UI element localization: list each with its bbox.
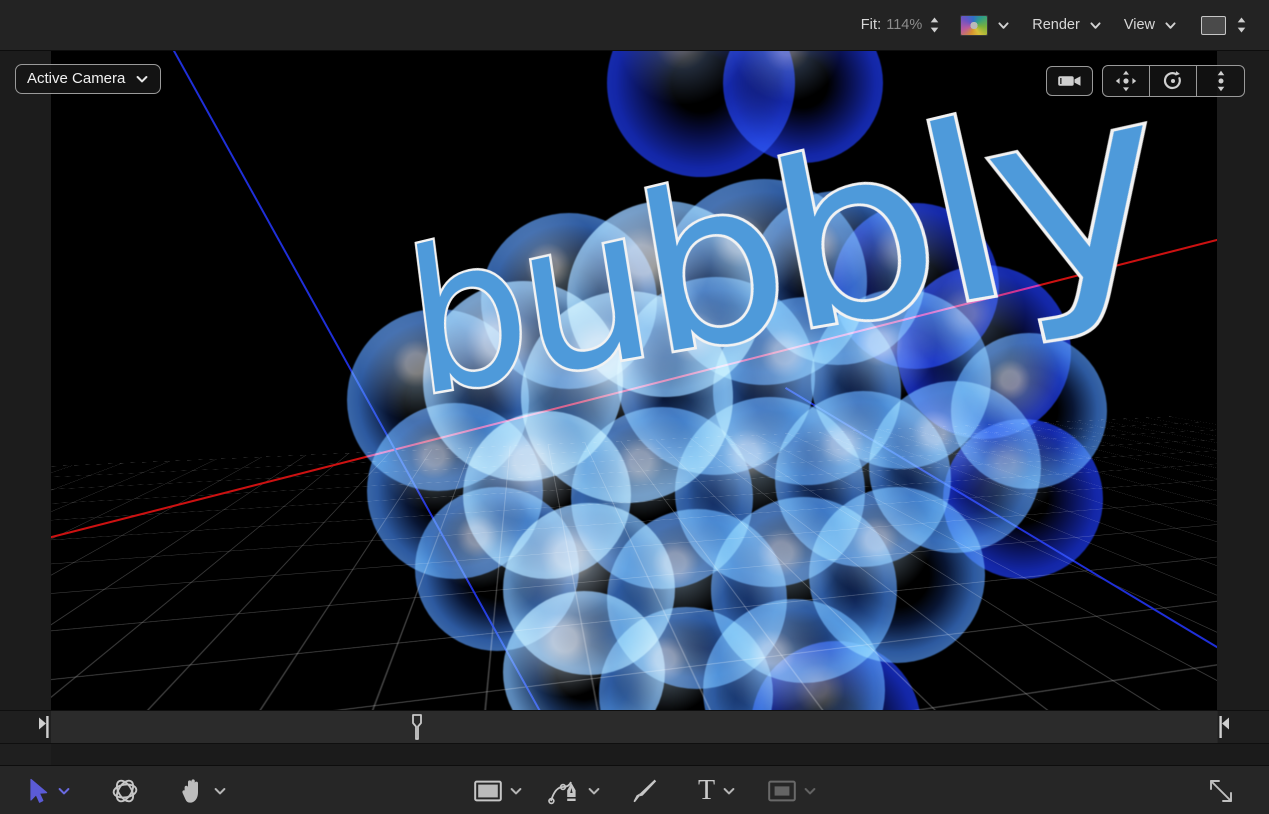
view-chevron-down-icon	[1164, 19, 1177, 32]
camera-select-button[interactable]	[1046, 66, 1093, 96]
mask-tool[interactable]	[768, 766, 817, 814]
canvas-viewport[interactable]: bubbly bubbly Active Camera	[0, 51, 1269, 710]
motion-canvas-window: Fit: 114% Render View bubbly bubbly Acti…	[0, 0, 1269, 814]
orbit-rings-icon	[110, 776, 140, 806]
select-tool[interactable]	[28, 766, 71, 814]
mask-rectangle-icon	[768, 780, 796, 802]
timeline-lower-gutter	[0, 744, 51, 765]
color-wheel-swatch[interactable]	[960, 15, 988, 36]
background-stepper[interactable]	[1235, 14, 1247, 36]
scrubber-track[interactable]	[51, 711, 1217, 743]
camera-control-group	[1046, 65, 1245, 97]
paint-stroke-tool[interactable]	[630, 766, 658, 814]
view-menu-label: View	[1124, 17, 1155, 33]
render-chevron-down-icon	[1089, 19, 1102, 32]
bezier-pen-tool[interactable]	[548, 766, 601, 814]
fit-value[interactable]: 114%	[886, 17, 922, 33]
paintbrush-icon	[630, 777, 658, 805]
active-camera-chevron-down-icon	[135, 72, 149, 86]
render-canvas[interactable]: bubbly bubbly	[51, 51, 1217, 710]
transform-3d-tool[interactable]	[110, 766, 140, 814]
shape-tool[interactable]	[474, 766, 523, 814]
select-tool-chevron-down-icon[interactable]	[57, 784, 71, 798]
resize-canvas-button[interactable]	[1208, 766, 1234, 814]
scrubber-bar[interactable]	[0, 710, 1269, 744]
mask-tool-chevron-down-icon[interactable]	[803, 784, 817, 798]
playhead[interactable]	[410, 714, 424, 740]
orbit-camera-button[interactable]	[1150, 66, 1197, 96]
pan-tool[interactable]	[180, 766, 227, 814]
pan-camera-button[interactable]	[1103, 66, 1150, 96]
pen-tool-chevron-down-icon[interactable]	[587, 784, 601, 798]
render-menu-button[interactable]: Render	[1032, 17, 1102, 33]
text-tool[interactable]: T	[698, 766, 736, 814]
mark-in-point[interactable]	[36, 716, 50, 738]
mark-out-point[interactable]	[1218, 716, 1232, 738]
arrow-cursor-icon	[28, 778, 50, 804]
text-t-icon: T	[698, 777, 715, 805]
text-tool-chevron-down-icon[interactable]	[722, 784, 736, 798]
top-toolbar: Fit: 114% Render View	[0, 0, 1269, 51]
rectangle-icon	[474, 780, 502, 802]
render-menu-label: Render	[1032, 17, 1080, 33]
pen-nib-icon	[548, 777, 580, 805]
active-camera-dropdown[interactable]: Active Camera	[15, 64, 161, 94]
timeline-lower-strip	[0, 744, 1269, 765]
hand-icon	[180, 777, 206, 805]
shape-tool-chevron-down-icon[interactable]	[509, 784, 523, 798]
timeline-area	[0, 710, 1269, 765]
zoom-stepper[interactable]	[928, 14, 940, 36]
color-swatch-chevron-down-icon[interactable]	[997, 19, 1010, 32]
video-camera-icon	[1057, 73, 1083, 89]
up-down-arrows-icon	[1213, 70, 1229, 92]
four-way-arrows-icon	[1115, 70, 1137, 92]
diagonal-resize-arrow-icon	[1208, 778, 1234, 804]
dolly-camera-button[interactable]	[1197, 66, 1244, 96]
camera-navigation-segments	[1102, 65, 1245, 97]
pan-tool-chevron-down-icon[interactable]	[213, 784, 227, 798]
bottom-toolbar: T	[0, 765, 1269, 814]
background-color-swatch[interactable]	[1201, 16, 1226, 35]
fit-zoom-group[interactable]: Fit: 114%	[861, 0, 941, 50]
fit-label: Fit:	[861, 17, 882, 33]
active-camera-label: Active Camera	[27, 70, 125, 87]
circular-arrow-icon	[1162, 70, 1184, 92]
view-menu-button[interactable]: View	[1124, 17, 1177, 33]
